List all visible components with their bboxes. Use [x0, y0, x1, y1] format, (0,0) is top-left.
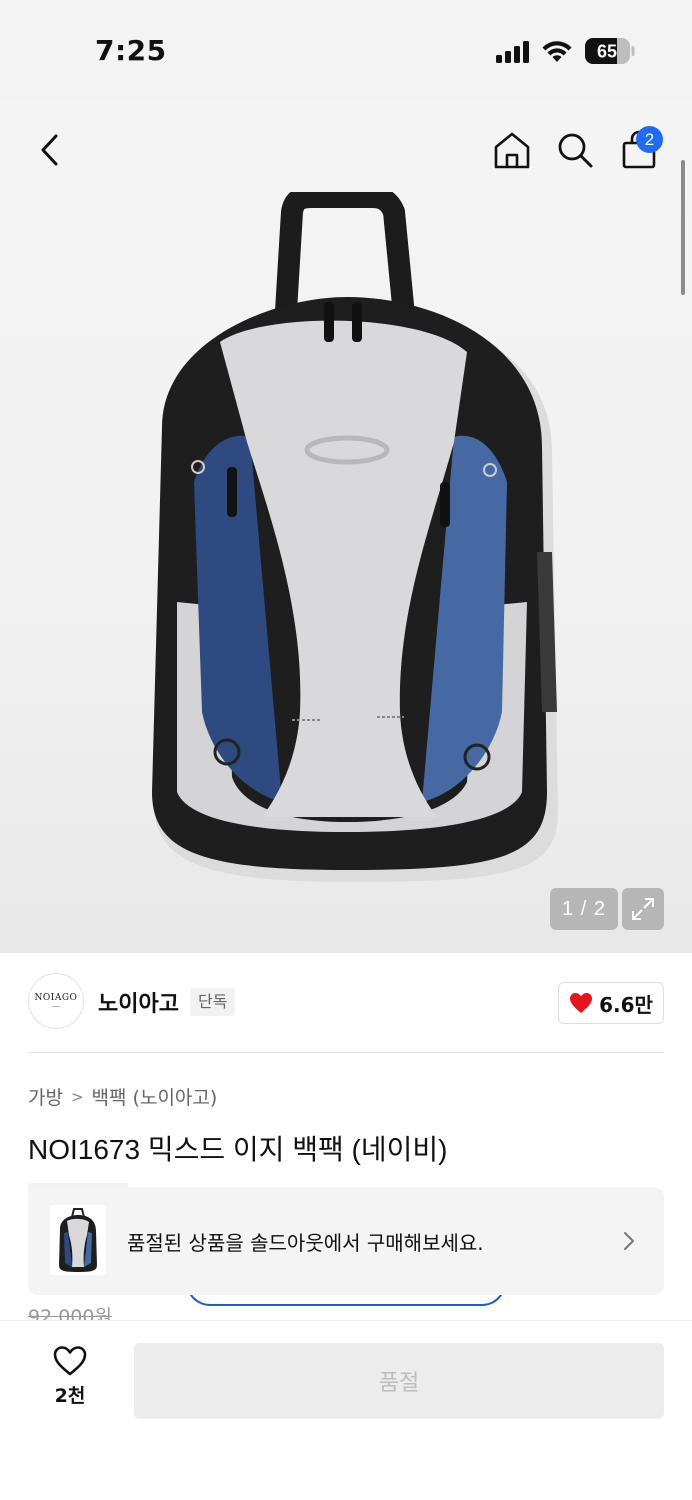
backpack-thumbnail-image	[59, 1208, 97, 1272]
wifi-icon	[542, 41, 572, 62]
brand-name[interactable]: 노이아고	[98, 986, 179, 1018]
status-bar: 7:25 65	[0, 0, 692, 100]
banner-product-thumbnail	[50, 1205, 106, 1275]
product-image	[152, 192, 558, 882]
search-icon	[558, 133, 593, 168]
breadcrumb: 가방 > 백팩 (노이아고)	[28, 1083, 217, 1110]
exclusive-badge: 단독	[190, 988, 236, 1016]
breadcrumb-subcategory[interactable]: 백팩 (노이아고)	[92, 1083, 218, 1110]
expand-image-button[interactable]	[622, 888, 664, 930]
brand-logo-sub: ━━━	[52, 1004, 60, 1009]
back-button[interactable]	[26, 126, 74, 174]
expand-icon	[632, 898, 654, 920]
soldout-banner-text: 품절된 상품을 솔드아웃에서 구매해보세요.	[127, 1231, 484, 1255]
sold-out-button[interactable]: 품절	[134, 1343, 664, 1419]
bottom-action-bar: 2천 품절	[0, 1320, 692, 1500]
back-arrow-icon	[41, 134, 58, 166]
heart-filled-icon	[570, 993, 593, 1013]
brand-logo-text: NOIAGO	[34, 993, 78, 1003]
section-divider	[28, 1052, 664, 1053]
battery-icon: 65	[585, 38, 635, 64]
chevron-right-icon	[624, 1232, 634, 1250]
chevron-right-icon: >	[70, 1087, 84, 1106]
search-button[interactable]	[551, 126, 599, 174]
brand-like-button[interactable]: 6.6만	[558, 982, 664, 1024]
product-image-gallery[interactable]: 1 / 2	[0, 100, 692, 953]
image-page-counter: 1 / 2	[550, 888, 618, 930]
cellular-signal-icon	[496, 41, 529, 63]
soldout-promo-banner[interactable]: 품절된 상품을 솔드아웃에서 구매해보세요.	[28, 1187, 664, 1295]
home-button[interactable]	[488, 126, 536, 174]
heart-outline-icon	[53, 1346, 87, 1376]
scroll-indicator	[681, 160, 685, 295]
cart-count-badge: 2	[636, 126, 663, 153]
breadcrumb-category[interactable]: 가방	[28, 1083, 63, 1110]
product-title: NOI1673 믹스드 이지 백팩 (네이비)	[28, 1134, 448, 1165]
brand-logo[interactable]: NOIAGO ━━━	[28, 973, 84, 1029]
status-time: 7:25	[95, 34, 167, 67]
wishlist-button[interactable]: 2천	[30, 1345, 110, 1415]
battery-level: 65	[597, 42, 617, 62]
wishlist-count: 2천	[54, 1385, 86, 1407]
brand-like-count: 6.6만	[599, 992, 653, 1017]
home-icon	[494, 132, 530, 169]
battery-indicator: 65	[585, 38, 635, 64]
